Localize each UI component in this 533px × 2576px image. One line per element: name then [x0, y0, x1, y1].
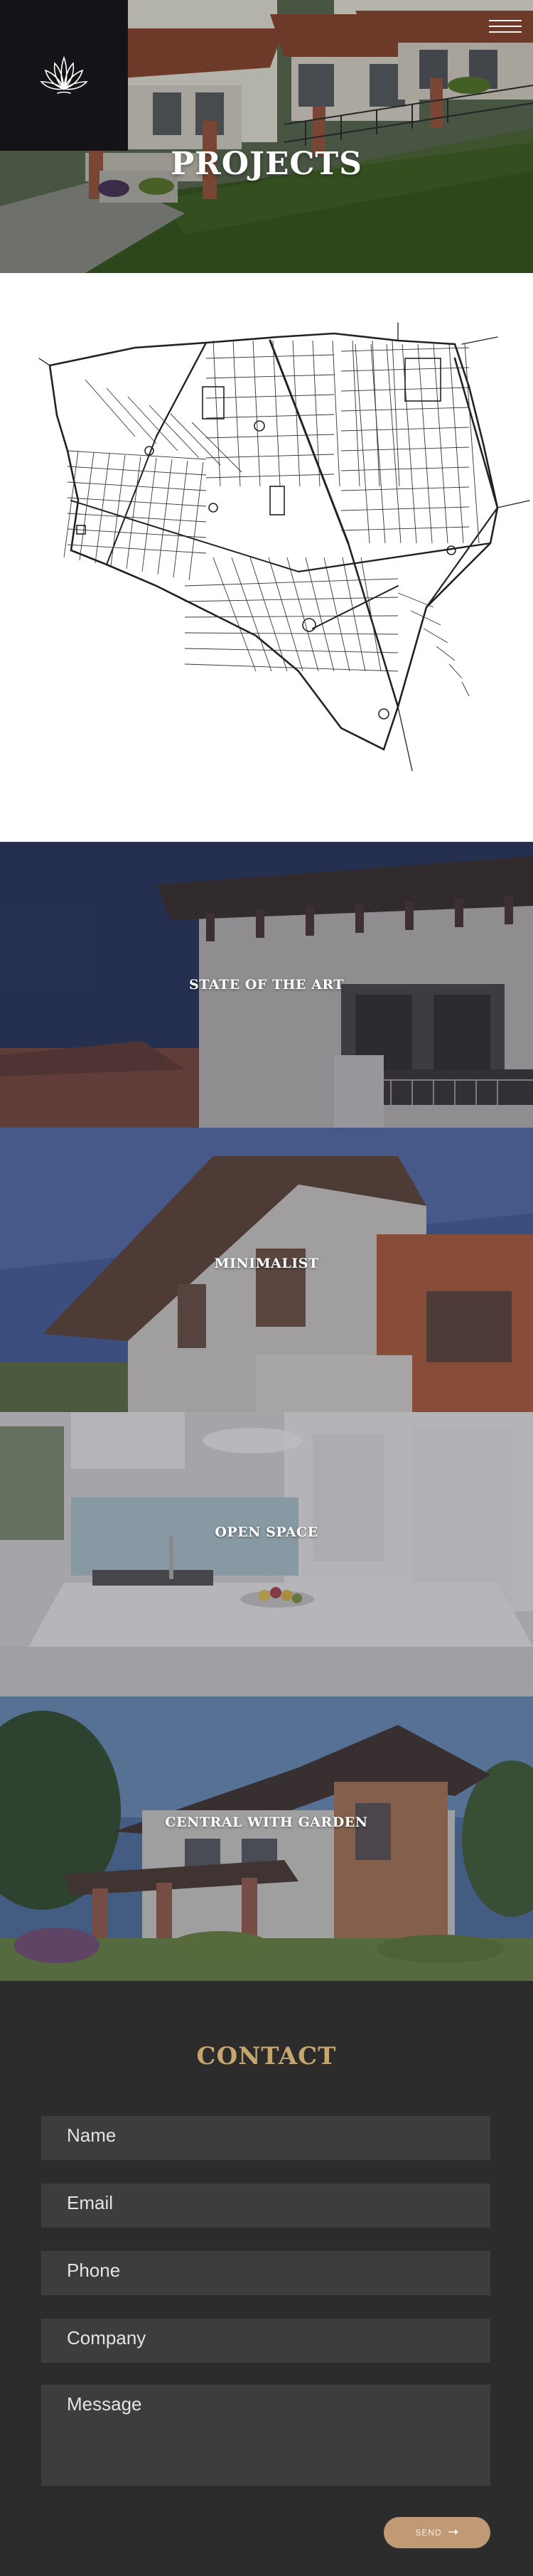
company-field[interactable]: Company: [41, 2319, 490, 2363]
phone-field[interactable]: Phone: [41, 2251, 490, 2295]
name-field[interactable]: Name: [41, 2116, 490, 2160]
page-title: PROJECTS: [171, 146, 362, 182]
email-field[interactable]: Email: [41, 2184, 490, 2228]
project-card-central-with-garden[interactable]: CENTRAL WITH GARDEN: [0, 1696, 533, 1981]
send-button[interactable]: SEND: [384, 2517, 490, 2548]
hero-section: PROJECTS: [0, 0, 533, 273]
menu-line: [489, 26, 522, 27]
map-section: [0, 273, 533, 842]
street-map-illustration: [38, 322, 530, 771]
send-label: SEND: [415, 2528, 442, 2538]
hamburger-menu-icon[interactable]: [489, 16, 522, 41]
project-card-minimalist[interactable]: MINIMALIST: [0, 1128, 533, 1412]
menu-line: [489, 31, 522, 33]
message-field[interactable]: Message: [41, 2385, 490, 2486]
logo[interactable]: [0, 0, 128, 151]
contact-section: CONTACT Name Email Phone Company Message…: [0, 1981, 533, 2576]
project-card-state-of-the-art[interactable]: STATE OF THE ART: [0, 842, 533, 1128]
arrow-right-icon: [448, 2528, 459, 2538]
project-label: MINIMALIST: [214, 1256, 319, 1271]
lotus-logo-icon: [40, 55, 88, 94]
project-card-open-space[interactable]: OPEN SPACE: [0, 1412, 533, 1696]
project-label: OPEN SPACE: [215, 1524, 318, 1540]
project-overlay: [0, 1412, 533, 1696]
contact-title: CONTACT: [196, 2042, 337, 2070]
menu-line: [489, 20, 522, 21]
project-label: STATE OF THE ART: [189, 977, 344, 993]
project-overlay: [0, 1696, 533, 1981]
project-label: CENTRAL WITH GARDEN: [165, 1815, 368, 1830]
